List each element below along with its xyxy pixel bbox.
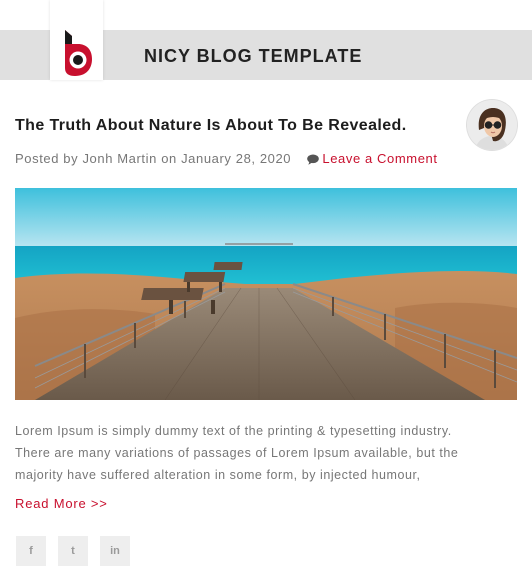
read-more-link[interactable]: Read More >>: [15, 496, 108, 511]
post-date: January 28, 2020: [181, 151, 292, 166]
post-image[interactable]: [15, 188, 518, 401]
author-avatar[interactable]: [467, 100, 517, 150]
meta-prefix: Posted by: [15, 151, 79, 166]
twitter-button[interactable]: t: [58, 536, 88, 566]
twitter-icon: t: [71, 545, 75, 557]
linkedin-icon: in: [110, 545, 120, 557]
avatar-image: [467, 100, 517, 150]
linkedin-button[interactable]: in: [100, 536, 130, 566]
boardwalk-beach-image: [15, 188, 518, 401]
meta-date-prefix: on: [161, 151, 177, 166]
facebook-icon: f: [29, 545, 33, 557]
post-meta: Posted by Jonh Martin on January 28, 202…: [15, 151, 438, 166]
author-link[interactable]: Jonh Martin: [82, 151, 157, 166]
logo[interactable]: [50, 0, 103, 80]
leave-comment-label: Leave a Comment: [322, 151, 438, 166]
excerpt-line: There are many variations of passages of…: [15, 446, 459, 460]
excerpt-line: majority have suffered alteration in som…: [15, 468, 421, 482]
excerpt-line: Lorem Ipsum is simply dummy text of the …: [15, 424, 452, 438]
post-title[interactable]: The Truth About Nature Is About To Be Re…: [15, 117, 407, 135]
nicy-logo-icon: [65, 30, 92, 76]
post-excerpt: Lorem Ipsum is simply dummy text of the …: [15, 420, 523, 486]
facebook-button[interactable]: f: [16, 536, 46, 566]
leave-comment-link[interactable]: Leave a Comment: [307, 151, 437, 166]
site-title[interactable]: NICY BLOG TEMPLATE: [144, 46, 362, 67]
comment-icon: [307, 154, 320, 165]
